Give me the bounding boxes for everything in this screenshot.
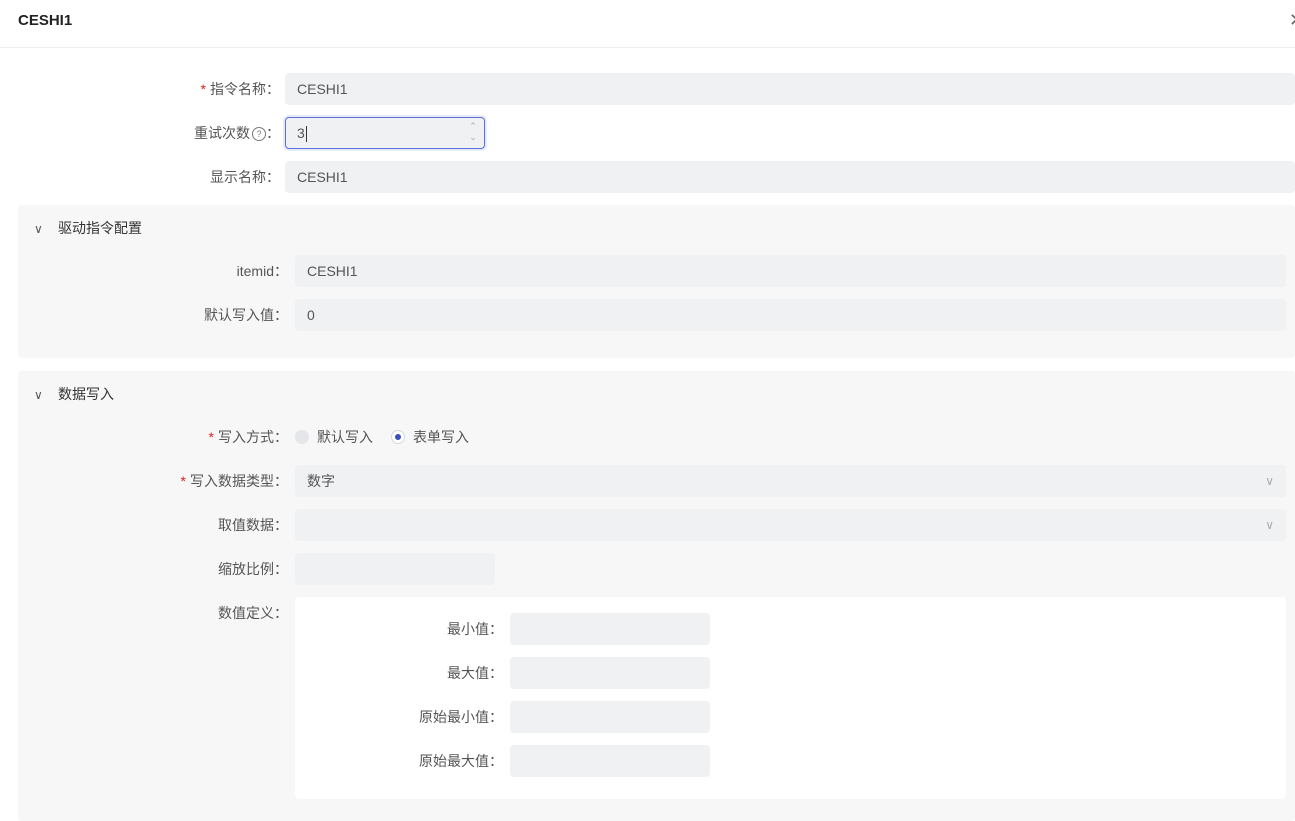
data-write-header[interactable]: ∨ 数据写入 <box>34 384 114 405</box>
write-mode-label: * 写入方式： <box>208 429 288 445</box>
required-mark: * <box>208 429 214 445</box>
write-data-type-label: * 写入数据类型： <box>180 473 288 489</box>
raw-min-value-input[interactable] <box>510 701 710 733</box>
min-value-input[interactable] <box>510 613 710 645</box>
value-data-select[interactable]: ∨ <box>295 509 1286 541</box>
chevron-down-icon[interactable]: ∨ <box>34 385 48 405</box>
help-icon[interactable]: ? <box>252 127 266 142</box>
radio-default-write[interactable]: 默认写入 <box>295 421 373 453</box>
chevron-down-icon[interactable]: ∨ <box>1265 509 1274 541</box>
display-name-input[interactable]: CESHI1 <box>285 161 1295 193</box>
write-data-type-value: 数字 <box>307 473 335 489</box>
value-data-label: 取值数据： <box>218 517 288 533</box>
command-name-input[interactable]: CESHI1 <box>285 73 1295 105</box>
data-write-panel: ∨ 数据写入 * 写入方式： 默认写入 表单写入 * 写入数据类型： 数字 ∨ 取值数… <box>18 371 1295 821</box>
chevron-down-icon[interactable]: ⌄ <box>468 132 478 143</box>
default-write-label: 默认写入值： <box>204 307 288 323</box>
text-caret <box>305 126 307 143</box>
chevron-down-icon[interactable]: ∨ <box>34 219 48 239</box>
min-value-label: 最小值： <box>447 621 503 637</box>
itemid-label: itemid： <box>236 263 288 279</box>
radio-checked-icon[interactable] <box>391 430 405 445</box>
chevron-up-icon[interactable]: ⌃ <box>468 121 478 132</box>
driver-config-panel: ∨ 驱动指令配置 itemid： CESHI1 默认写入值： 0 <box>18 205 1295 358</box>
write-data-type-select[interactable]: 数字 ∨ <box>295 465 1286 497</box>
dialog-header: CESHI1 ✕ <box>0 0 1295 48</box>
scale-ratio-input[interactable] <box>295 553 495 585</box>
value-definition-label: 数值定义： <box>218 605 288 621</box>
value-definition-box: 最小值： 最大值： 原始最小值： 原始最大值： <box>295 597 1286 799</box>
close-icon[interactable]: ✕ <box>1289 10 1295 30</box>
radio-unchecked-icon[interactable] <box>295 430 309 445</box>
default-write-input[interactable]: 0 <box>295 299 1286 331</box>
retry-count-label: 重试次数?： <box>194 125 280 142</box>
radio-form-write[interactable]: 表单写入 <box>391 421 469 453</box>
raw-max-value-input[interactable] <box>510 745 710 777</box>
chevron-down-icon[interactable]: ∨ <box>1265 465 1274 497</box>
data-write-title: 数据写入 <box>58 386 114 402</box>
max-value-input[interactable] <box>510 657 710 689</box>
scale-ratio-label: 缩放比例： <box>218 561 288 577</box>
retry-count-input[interactable]: 3 ⌃ ⌄ <box>285 117 485 149</box>
driver-config-header[interactable]: ∨ 驱动指令配置 <box>34 218 142 239</box>
required-mark: * <box>180 473 186 489</box>
dialog-title: CESHI1 <box>18 12 73 29</box>
max-value-label: 最大值： <box>447 665 503 681</box>
itemid-input[interactable]: CESHI1 <box>295 255 1286 287</box>
retry-count-value: 3 <box>297 125 305 141</box>
required-mark: * <box>200 81 206 97</box>
driver-config-title: 驱动指令配置 <box>58 220 142 236</box>
raw-max-value-label: 原始最大值： <box>419 753 503 769</box>
raw-min-value-label: 原始最小值： <box>419 709 503 725</box>
display-name-label: 显示名称： <box>210 169 280 185</box>
command-name-label: * 指令名称： <box>200 81 280 97</box>
stepper-icon[interactable]: ⌃ ⌄ <box>468 121 478 143</box>
